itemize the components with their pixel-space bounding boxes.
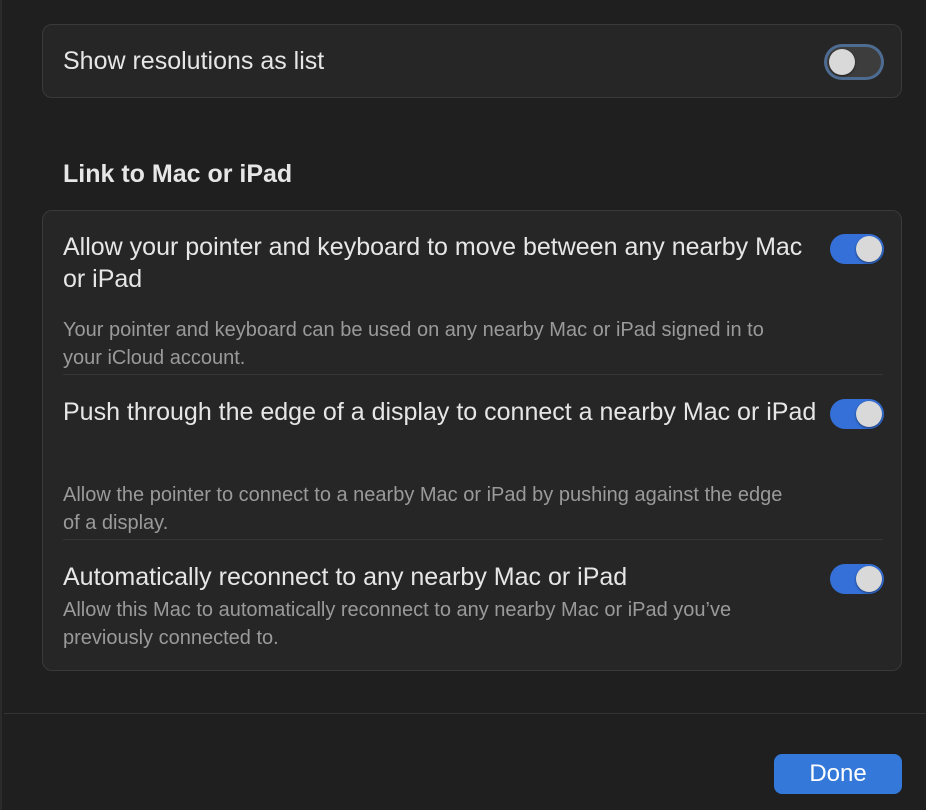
pointer-keyboard-description: Your pointer and keyboard can be used on…: [63, 319, 764, 369]
push-through-description: Allow the pointer to connect to a nearby…: [63, 484, 783, 534]
display-advanced-settings-sheet: Show resolutions as list Link to Mac or …: [0, 0, 926, 810]
auto-reconnect-title: Automatically reconnect to any nearby Ma…: [63, 563, 628, 591]
pointer-keyboard-toggle[interactable]: [830, 234, 884, 264]
link-section-title: Link to Mac or iPad: [63, 160, 293, 188]
push-through-title: Push through the edge of a display to co…: [63, 398, 817, 426]
auto-reconnect-toggle[interactable]: [830, 564, 884, 594]
footer-divider: [4, 713, 926, 714]
link-settings-card: Allow your pointer and keyboard to move …: [42, 210, 902, 671]
toggle-knob: [856, 401, 882, 427]
show-resolutions-toggle[interactable]: [827, 47, 881, 77]
resolutions-card: Show resolutions as list: [42, 24, 902, 98]
push-through-toggle[interactable]: [830, 399, 884, 429]
toggle-knob: [856, 566, 882, 592]
toggle-knob: [856, 236, 882, 262]
auto-reconnect-description: Allow this Mac to automatically reconnec…: [63, 599, 732, 649]
toggle-knob: [829, 49, 855, 75]
done-button[interactable]: Done: [774, 754, 902, 794]
pointer-keyboard-title: Allow your pointer and keyboard to move …: [63, 233, 803, 293]
row-divider: [63, 374, 883, 375]
show-resolutions-label: Show resolutions as list: [63, 47, 325, 75]
row-divider: [63, 539, 883, 540]
